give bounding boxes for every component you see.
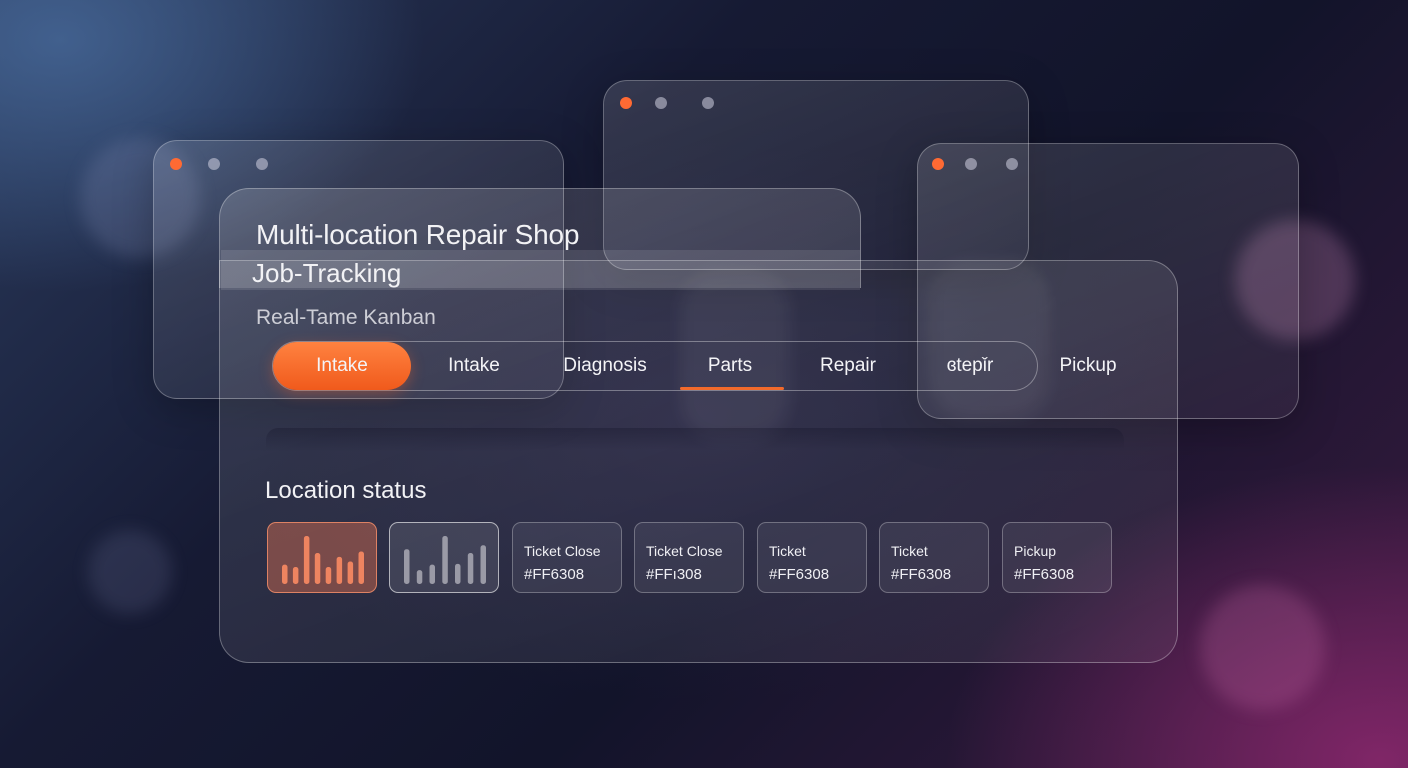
maximize-dot-icon[interactable]	[1006, 158, 1018, 170]
card-code: #FF6308	[769, 566, 830, 583]
minimize-dot-icon[interactable]	[965, 158, 977, 170]
bar-sparkline	[282, 536, 364, 584]
close-dot-icon[interactable]	[170, 158, 182, 170]
maximize-dot-icon[interactable]	[702, 97, 714, 109]
sparkline-bar	[480, 545, 486, 584]
tab-diagnosis[interactable]: Diagnosis	[548, 342, 662, 390]
tab-repair[interactable]: Repair	[798, 342, 898, 390]
sparkline-bar	[325, 567, 332, 584]
panel-divider	[266, 428, 1124, 450]
tab-garbled[interactable]: ɞtepǐr	[920, 342, 1020, 390]
card-label: Ticket Close	[646, 543, 723, 559]
location-status-title: Location status	[265, 477, 427, 504]
sparkline-bar	[358, 551, 364, 584]
maximize-dot-icon[interactable]	[256, 158, 268, 170]
card-code: #FF6308	[1014, 566, 1075, 583]
tab-intake[interactable]: Intake	[424, 342, 524, 390]
sparkline-bar	[336, 556, 343, 584]
card-label: Ticket Close	[524, 543, 601, 559]
close-dot-icon[interactable]	[620, 97, 632, 109]
sparkline-bar	[416, 570, 423, 584]
sparkline-bar	[455, 563, 461, 584]
bar-sparkline	[404, 536, 486, 584]
card-label: Pickup	[1014, 543, 1057, 559]
status-card[interactable]: Ticket Close #FFı308	[634, 522, 744, 593]
sparkline-bar	[314, 553, 321, 584]
sparkline-bar	[282, 564, 288, 584]
card-code: #FF6308	[524, 566, 585, 583]
card-code: #FFı308	[646, 566, 702, 583]
status-card[interactable]: Pickup #FF6308	[1002, 522, 1112, 593]
minimize-dot-icon[interactable]	[655, 97, 667, 109]
status-card[interactable]: Ticket #FF6308	[757, 522, 867, 593]
tab-intake-active[interactable]: Intake	[273, 342, 411, 390]
sparkline-bar	[347, 561, 354, 584]
sparkline-bar	[442, 536, 448, 584]
page-title: Multi-location Repair Shop	[256, 219, 580, 250]
sparkline-bar	[429, 564, 435, 584]
bokeh-light	[1200, 585, 1325, 710]
sparkline-bar	[303, 536, 310, 584]
status-card-chart-grey[interactable]	[389, 522, 499, 593]
sparkline-bar	[292, 567, 299, 584]
status-card-chart-orange[interactable]	[267, 522, 377, 593]
card-label: Ticket	[891, 543, 928, 559]
card-label: Ticket	[769, 543, 806, 559]
close-dot-icon[interactable]	[932, 158, 944, 170]
card-code: #FF6308	[891, 566, 952, 583]
sparkline-bar	[404, 549, 410, 584]
board-caption: Real-Tame Kanban	[256, 306, 436, 329]
sparkline-bar	[467, 553, 474, 584]
tab-parts[interactable]: Parts	[680, 342, 780, 390]
tab-pickup[interactable]: Pickup	[1040, 342, 1136, 390]
minimize-dot-icon[interactable]	[208, 158, 220, 170]
status-card[interactable]: Ticket #FF6308	[879, 522, 989, 593]
page-subtitle: Job-Tracking	[252, 258, 402, 288]
tab-underline	[680, 387, 784, 390]
status-card[interactable]: Ticket Close #FF6308	[512, 522, 622, 593]
bokeh-light	[88, 530, 172, 614]
